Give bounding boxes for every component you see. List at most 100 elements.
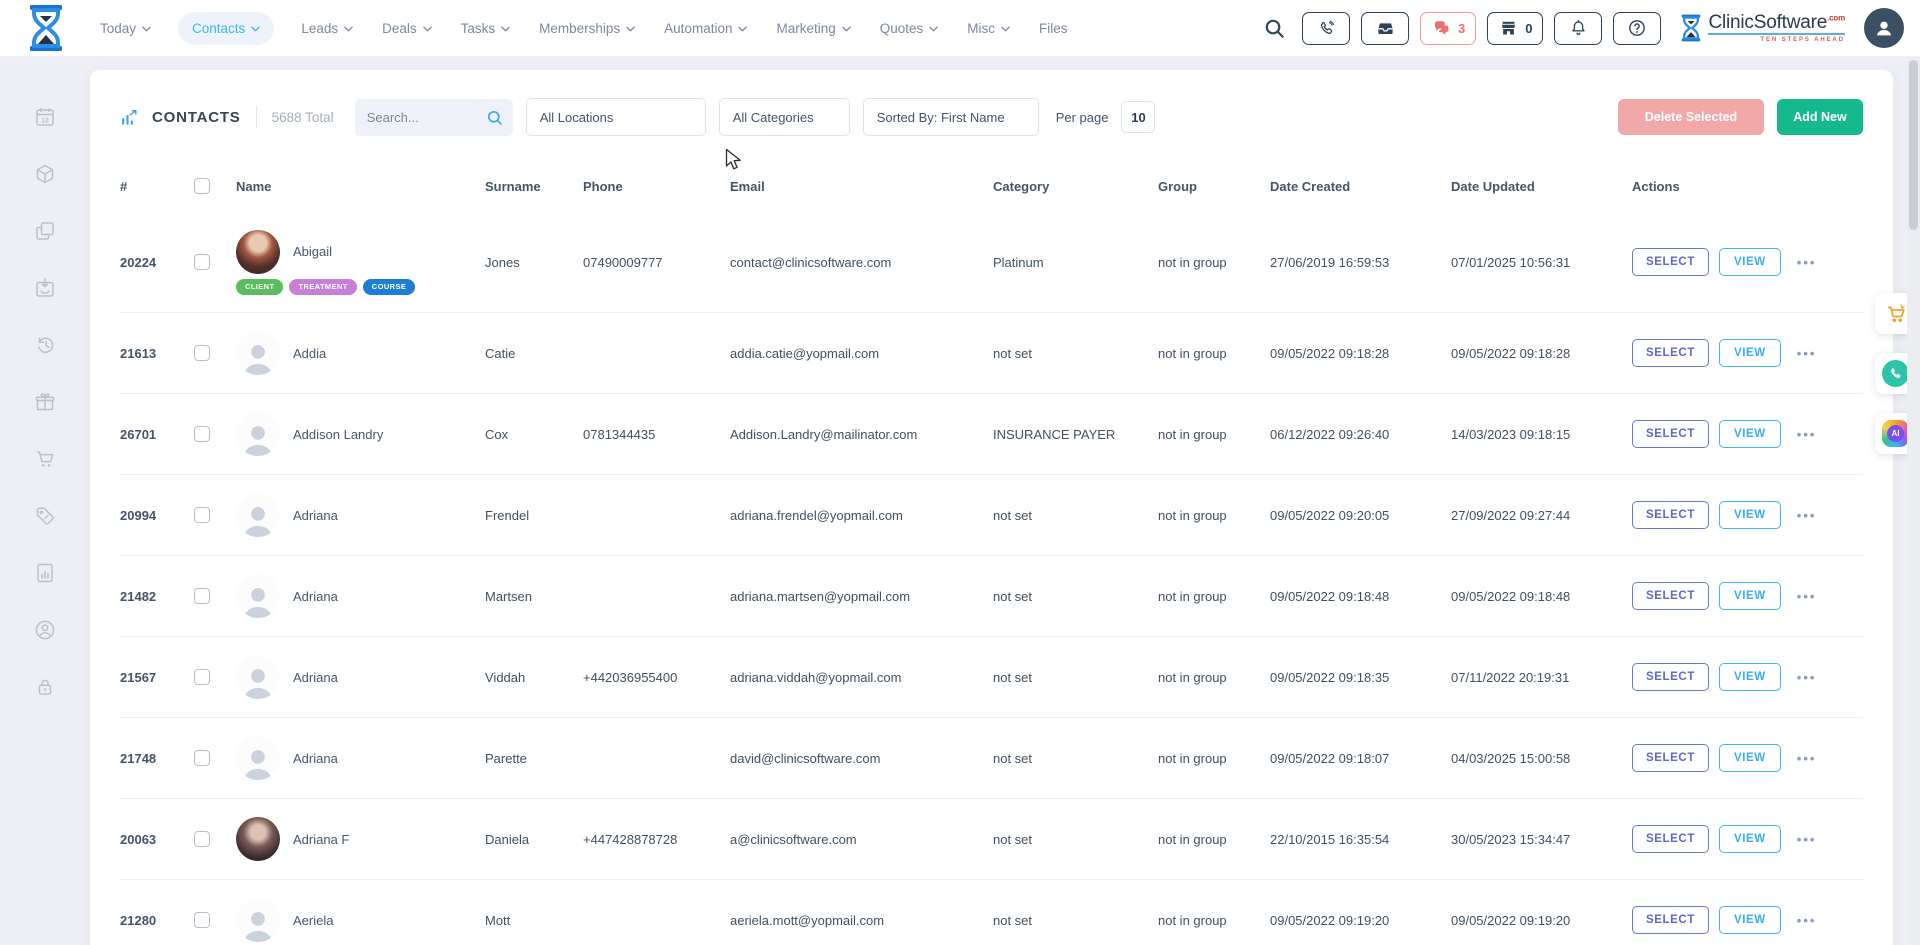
nav-item-memberships[interactable]: Memberships (537, 12, 637, 45)
avatar[interactable] (236, 736, 280, 780)
row-checkbox[interactable] (194, 507, 210, 523)
view-button[interactable]: VIEW (1719, 339, 1781, 367)
select-button[interactable]: SELECT (1632, 501, 1709, 529)
row-checkbox[interactable] (194, 345, 210, 361)
nav-item-marketing[interactable]: Marketing (774, 12, 852, 45)
view-button[interactable]: VIEW (1719, 420, 1781, 448)
contact-name[interactable]: Adriana (293, 670, 338, 685)
history-icon[interactable] (33, 333, 57, 357)
view-button[interactable]: VIEW (1719, 825, 1781, 853)
row-checkbox[interactable] (194, 426, 210, 442)
row-checkbox[interactable] (194, 669, 210, 685)
contact-email[interactable]: adriana.viddah@yopmail.com (730, 670, 993, 685)
avatar[interactable] (236, 412, 280, 456)
user-avatar[interactable] (1864, 8, 1904, 48)
row-checkbox[interactable] (194, 750, 210, 766)
view-button[interactable]: VIEW (1719, 501, 1781, 529)
contact-email[interactable]: addia.catie@yopmail.com (730, 346, 993, 361)
gift-icon[interactable] (33, 390, 57, 414)
nav-item-misc[interactable]: Misc (965, 12, 1012, 45)
more-actions-button[interactable]: ••• (1797, 751, 1817, 766)
avatar[interactable] (236, 493, 280, 537)
price-tag-icon[interactable] (33, 504, 57, 528)
scrollbar-thumb[interactable] (1909, 60, 1918, 230)
view-button[interactable]: VIEW (1719, 663, 1781, 691)
more-actions-button[interactable]: ••• (1797, 913, 1817, 928)
contact-email[interactable]: a@clinicsoftware.com (730, 832, 993, 847)
select-button[interactable]: SELECT (1632, 663, 1709, 691)
category-filter[interactable]: All Categories (719, 98, 850, 136)
contact-name[interactable]: Adriana F (293, 832, 349, 847)
search-input[interactable] (367, 110, 486, 125)
row-checkbox[interactable] (194, 831, 210, 847)
contact-name[interactable]: Addison Landry (293, 427, 383, 442)
contact-name[interactable]: Adriana (293, 508, 338, 523)
nav-item-contacts[interactable]: Contacts (178, 12, 274, 45)
contact-name[interactable]: Aeriela (293, 913, 333, 928)
contact-name[interactable]: Abigail (293, 244, 332, 259)
more-actions-button[interactable]: ••• (1797, 255, 1817, 270)
select-all-checkbox[interactable] (194, 178, 210, 194)
avatar[interactable] (236, 230, 280, 274)
nav-item-today[interactable]: Today (98, 12, 153, 45)
more-actions-button[interactable]: ••• (1797, 589, 1817, 604)
contact-name[interactable]: Adriana (293, 589, 338, 604)
contact-email[interactable]: adriana.frendel@yopmail.com (730, 508, 993, 523)
contact-email[interactable]: Addison.Landry@mailinator.com (730, 427, 993, 442)
more-actions-button[interactable]: ••• (1797, 346, 1817, 361)
delete-selected-button[interactable]: Delete Selected (1618, 99, 1764, 135)
avatar[interactable] (236, 574, 280, 618)
nav-item-automation[interactable]: Automation (662, 12, 749, 45)
contact-email[interactable]: adriana.martsen@yopmail.com (730, 589, 993, 604)
view-button[interactable]: VIEW (1719, 582, 1781, 610)
select-button[interactable]: SELECT (1632, 339, 1709, 367)
more-actions-button[interactable]: ••• (1797, 832, 1817, 847)
nav-item-tasks[interactable]: Tasks (459, 12, 513, 45)
contact-email[interactable]: david@clinicsoftware.com (730, 751, 993, 766)
search-submit-icon[interactable] (486, 109, 503, 126)
cart-icon[interactable] (33, 447, 57, 471)
lock-icon[interactable] (33, 675, 57, 699)
phone-button[interactable] (1302, 12, 1350, 45)
view-button[interactable]: VIEW (1719, 248, 1781, 276)
calendar-12-icon[interactable]: 12 (33, 105, 57, 129)
avatar[interactable] (236, 331, 280, 375)
contact-email[interactable]: contact@clinicsoftware.com (730, 255, 993, 270)
location-filter[interactable]: All Locations (526, 98, 706, 136)
bell-button[interactable] (1554, 12, 1602, 45)
select-button[interactable]: SELECT (1632, 248, 1709, 276)
user-circle-icon[interactable] (33, 618, 57, 642)
view-button[interactable]: VIEW (1719, 906, 1781, 934)
calendar-download-icon[interactable] (33, 276, 57, 300)
more-actions-button[interactable]: ••• (1797, 427, 1817, 442)
chat-button[interactable]: 3 (1420, 12, 1476, 45)
avatar[interactable] (236, 655, 280, 699)
copy-icon[interactable] (33, 219, 57, 243)
package-icon[interactable] (33, 162, 57, 186)
report-icon[interactable] (33, 561, 57, 585)
view-button[interactable]: VIEW (1719, 744, 1781, 772)
search-icon[interactable] (1263, 17, 1286, 40)
per-page-input[interactable]: 10 (1121, 101, 1155, 133)
more-actions-button[interactable]: ••• (1797, 670, 1817, 685)
contact-name[interactable]: Adriana (293, 751, 338, 766)
contact-email[interactable]: aeriela.mott@yopmail.com (730, 913, 993, 928)
row-checkbox[interactable] (194, 254, 210, 270)
app-logo-icon[interactable] (24, 3, 68, 53)
inbox-button[interactable] (1361, 12, 1409, 45)
nav-item-files[interactable]: Files (1037, 12, 1070, 45)
avatar[interactable] (236, 898, 280, 942)
row-checkbox[interactable] (194, 912, 210, 928)
row-checkbox[interactable] (194, 588, 210, 604)
vertical-scrollbar[interactable] (1907, 57, 1920, 945)
select-button[interactable]: SELECT (1632, 582, 1709, 610)
nav-item-deals[interactable]: Deals (380, 12, 434, 45)
select-button[interactable]: SELECT (1632, 906, 1709, 934)
more-actions-button[interactable]: ••• (1797, 508, 1817, 523)
help-button[interactable] (1613, 12, 1661, 45)
avatar[interactable] (236, 817, 280, 861)
select-button[interactable]: SELECT (1632, 744, 1709, 772)
nav-item-quotes[interactable]: Quotes (878, 12, 941, 45)
contact-name[interactable]: Addia (293, 346, 326, 361)
add-new-button[interactable]: Add New (1777, 99, 1863, 135)
